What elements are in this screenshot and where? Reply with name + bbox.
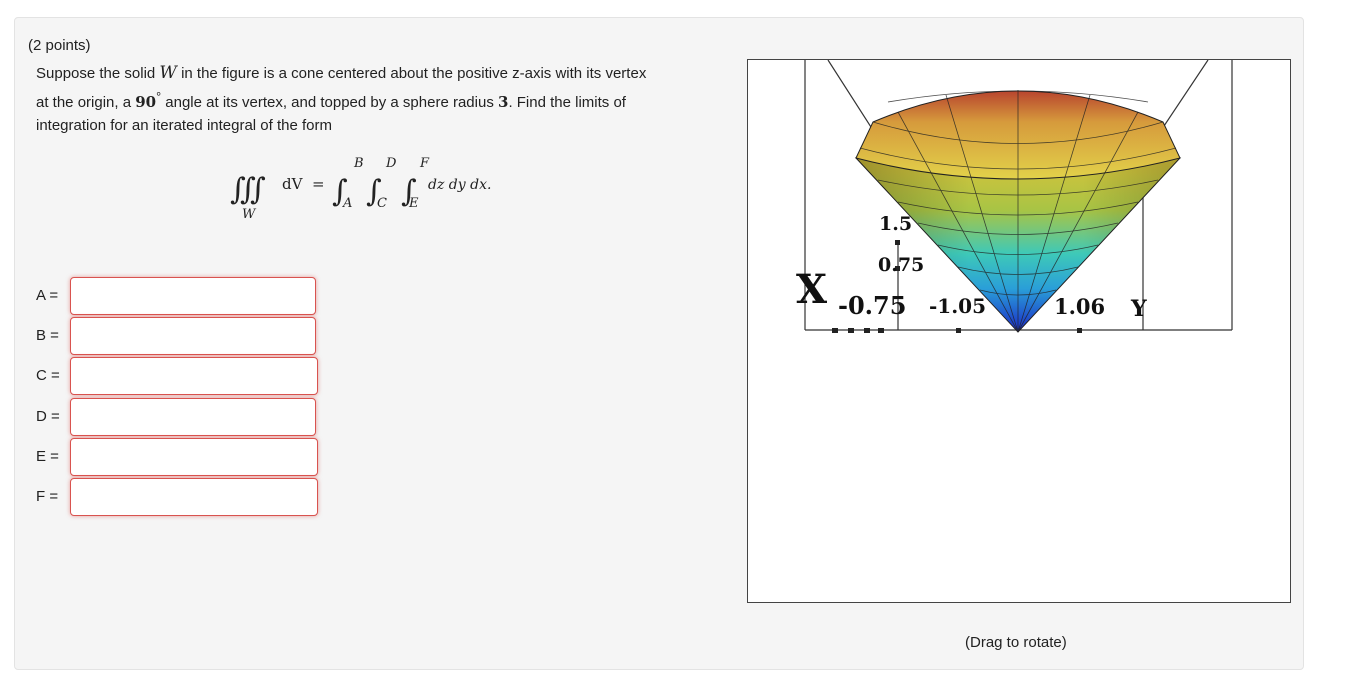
- dv-label: dV: [282, 175, 304, 193]
- answer-input-f[interactable]: [70, 478, 318, 516]
- drag-to-rotate-hint: (Drag to rotate): [965, 634, 1067, 651]
- problem-line-2: at the origin, a 90° angle at its vertex…: [36, 90, 626, 111]
- z-tick-1-5: 1.5: [879, 213, 912, 235]
- y-axis-label: Y: [1130, 296, 1147, 322]
- upper-limit-b: B: [353, 156, 364, 171]
- lower-limit-e: E: [408, 196, 419, 211]
- field-label-b: B =: [36, 327, 59, 344]
- answer-input-b[interactable]: [70, 317, 316, 355]
- upper-limit-f: F: [419, 156, 430, 171]
- points-label: (2 points): [28, 37, 91, 54]
- lower-limit-c: C: [377, 196, 387, 211]
- field-label-d: D =: [36, 408, 60, 425]
- problem-text: in the figure is a cone centered about t…: [176, 65, 647, 82]
- y-tick-neg: -1.05: [929, 294, 986, 318]
- answer-input-c[interactable]: [70, 357, 318, 395]
- equals-sign: =: [312, 175, 325, 193]
- answer-input-d[interactable]: [70, 398, 316, 436]
- answer-input-e[interactable]: [70, 438, 318, 476]
- problem-text: Suppose the solid: [36, 65, 160, 82]
- problem-line-1: Suppose the solid W in the figure is a c…: [36, 63, 646, 83]
- solid-variable: W: [159, 63, 177, 83]
- triple-integral-sign: ∭: [230, 172, 265, 207]
- field-label-c: C =: [36, 367, 60, 384]
- rotatable-3d-plot[interactable]: 1.5 0.75 X -0.75 -1.05 1.06 Y: [747, 59, 1291, 603]
- problem-text: at the origin, a: [36, 94, 136, 111]
- angle-value: 90: [135, 93, 157, 111]
- field-label-f: F =: [36, 488, 59, 505]
- lower-limit-a: A: [342, 196, 352, 211]
- x-axis-label: X: [796, 266, 827, 313]
- radius-value: 3: [498, 93, 509, 111]
- y-tick-pos: 1.06: [1054, 294, 1105, 319]
- x-tick-neg: -0.75: [838, 291, 906, 320]
- problem-text: . Find the limits of: [508, 94, 626, 111]
- problem-text: angle at its vertex, and topped by a sph…: [161, 94, 498, 111]
- differentials: dz dy dx.: [428, 177, 491, 193]
- iterated-integral-formula: ∭ W dV = ∫ B A ∫ D C ∫ F E dz dy dx.: [230, 156, 491, 222]
- upper-limit-d: D: [385, 156, 397, 171]
- z-tick-0-75: 0.75: [878, 254, 924, 276]
- cone-figure: 1.5 0.75 X -0.75 -1.05 1.06 Y: [796, 59, 1233, 333]
- field-label-a: A =: [36, 287, 59, 304]
- field-label-e: E =: [36, 448, 59, 465]
- problem-line-3: integration for an iterated integral of …: [36, 117, 333, 134]
- region-label: W: [242, 207, 257, 222]
- answer-input-a[interactable]: [70, 277, 316, 315]
